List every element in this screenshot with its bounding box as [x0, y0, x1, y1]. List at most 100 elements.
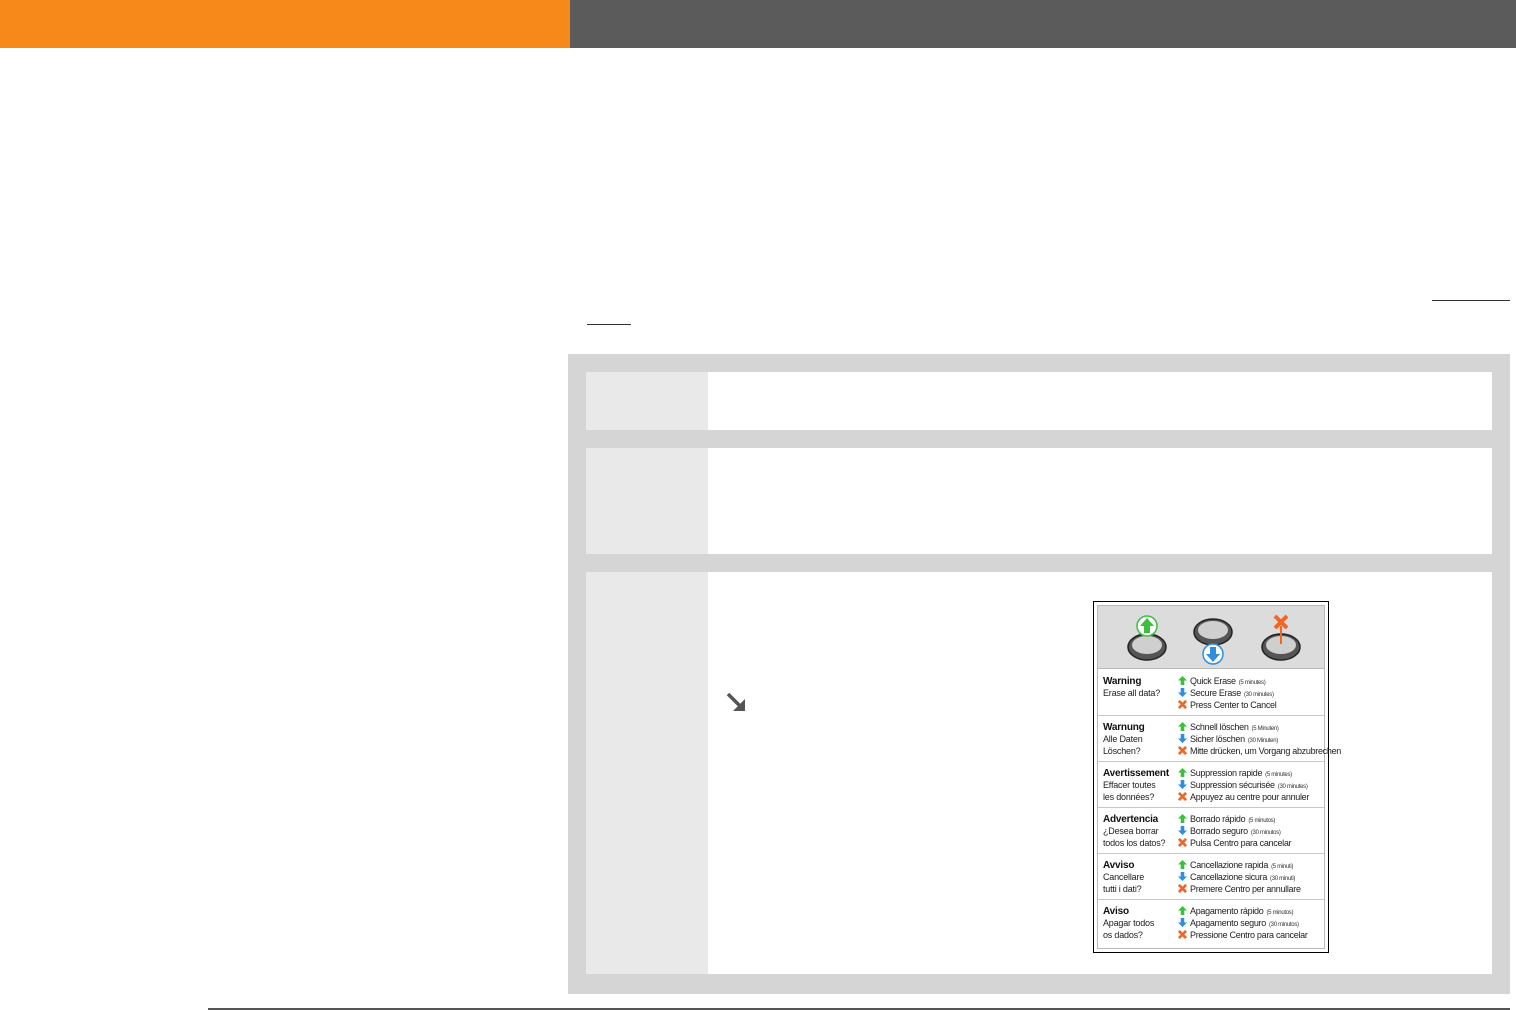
warning-question: Erase all data? [1103, 688, 1161, 698]
secure-erase-option: Apagamento seguro (30 minutos) [1178, 918, 1299, 928]
option-label: Suppression sécurisée [1190, 780, 1275, 790]
warning-question: Alle Daten [1103, 734, 1143, 744]
option-time: (30 minuti) [1270, 876, 1296, 882]
blue-down-arrow-icon [1178, 826, 1187, 835]
warning-title: Advertencia [1103, 814, 1159, 825]
language-block-english: Warning Erase all data? Quick Erase (5 mi… [1098, 669, 1324, 716]
warning-title: Avviso [1103, 860, 1135, 871]
option-label: Cancellazione sicura [1190, 872, 1268, 882]
language-block-french: Avertissement Effacer toutes les données… [1098, 761, 1324, 808]
option-time: (30 minutes) [1277, 784, 1308, 790]
device-screen-image: Warning Erase all data? Quick Erase (5 mi… [1093, 601, 1341, 953]
link-underline[interactable] [1432, 300, 1510, 301]
secure-erase-option: Cancellazione sicura (30 minuti) [1178, 872, 1295, 882]
option-label: Sicher löschen [1190, 734, 1245, 744]
cancel-option: Pressione Centro para cancelar [1178, 930, 1308, 940]
warning-question: Apagar todos [1103, 918, 1155, 928]
up-button-icon [1127, 615, 1167, 661]
quick-erase-option: Quick Erase (5 minutes) [1178, 676, 1266, 686]
warning-title: Avertissement [1103, 768, 1169, 779]
option-time: (30 minutos) [1250, 830, 1281, 836]
option-time: (5 minutos) [1248, 818, 1276, 824]
option-time: (30 minutos) [1268, 922, 1299, 928]
language-block-portuguese: Aviso Apagar todos os dados? Apagamento … [1098, 899, 1324, 945]
warning-title: Aviso [1103, 906, 1129, 917]
arrow-down-right-icon [726, 692, 745, 711]
center-button-icon [1261, 614, 1301, 661]
green-up-arrow-icon [1178, 722, 1187, 731]
warning-question: tutti i dati? [1103, 884, 1142, 894]
orange-x-icon [1178, 838, 1187, 847]
blue-down-arrow-icon [1178, 780, 1187, 789]
quick-erase-option: Borrado rápido (5 minutos) [1178, 814, 1275, 824]
language-block-german: Warnung Alle Daten Löschen? Schnell lösc… [1098, 715, 1341, 762]
green-up-arrow-icon [1178, 768, 1187, 777]
step-number-cell [586, 448, 708, 554]
step-number-cell [586, 572, 708, 974]
blue-down-arrow-icon [1178, 872, 1187, 881]
secure-erase-option: Sicher löschen (30 Minuten) [1178, 734, 1278, 744]
secure-erase-option: Suppression sécurisée (30 minutes) [1178, 780, 1308, 790]
option-label: Suppression rapide [1190, 768, 1263, 778]
warning-title: Warning [1103, 676, 1142, 687]
option-time: (30 minutes) [1243, 692, 1274, 698]
hardware-buttons [1098, 606, 1324, 669]
down-button-icon [1193, 618, 1233, 665]
quick-erase-option: Suppression rapide (5 minutes) [1178, 768, 1292, 778]
option-label: Press Center to Cancel [1190, 700, 1277, 710]
option-label: Quick Erase [1190, 676, 1236, 686]
secure-erase-option: Borrado seguro (30 minutos) [1178, 826, 1281, 836]
option-label: Mitte drücken, um Vorgang abzubrechen [1190, 746, 1341, 756]
cancel-option: Pulsa Centro para cancelar [1178, 838, 1292, 848]
warning-question: ¿Desea borrar [1103, 826, 1159, 836]
green-up-arrow-icon [1178, 906, 1187, 915]
green-up-arrow-icon [1178, 814, 1187, 823]
step-row-3 [586, 572, 1492, 974]
blue-down-arrow-icon [1178, 734, 1187, 743]
header-bar-orange [0, 0, 570, 48]
option-label: Apagamento seguro [1190, 918, 1266, 928]
green-up-arrow-icon [1178, 676, 1187, 685]
option-label: Borrado seguro [1190, 826, 1248, 836]
quick-erase-option: Schnell löschen (5 Minuten) [1178, 722, 1279, 732]
warning-question: Cancellare [1103, 872, 1145, 882]
option-time: (5 minutes) [1238, 680, 1266, 686]
blue-down-arrow-icon [1178, 918, 1187, 927]
orange-x-icon [1178, 884, 1187, 893]
warning-question: Effacer toutes [1103, 780, 1156, 790]
option-time: (5 minuti) [1271, 864, 1294, 870]
option-time: (5 Minuten) [1251, 726, 1279, 732]
secure-erase-option: Secure Erase (30 minutes) [1178, 688, 1274, 698]
cancel-option: Premere Centro per annullare [1178, 884, 1301, 894]
option-time: (30 Minuten) [1247, 738, 1278, 744]
step-number-cell [586, 372, 708, 430]
header-bar-gray [570, 0, 1516, 48]
warning-question: todos los datos? [1103, 838, 1166, 848]
language-block-spanish: Advertencia ¿Desea borrar todos los dato… [1098, 807, 1324, 854]
option-label: Premere Centro per annullare [1190, 884, 1301, 894]
language-block-italian: Avviso Cancellare tutti i dati? Cancella… [1098, 853, 1324, 900]
step-row-1 [586, 372, 1492, 430]
orange-x-icon [1178, 746, 1187, 755]
quick-erase-option: Apagamento rápido (5 minutos) [1178, 906, 1293, 916]
option-label: Pressione Centro para cancelar [1190, 930, 1308, 940]
green-up-arrow-icon [1178, 860, 1187, 869]
warning-question: les données? [1103, 792, 1155, 802]
warning-question: os dados? [1103, 930, 1143, 940]
blue-down-arrow-icon [1178, 688, 1187, 697]
link-underline[interactable] [587, 324, 631, 325]
option-time: (5 minutos) [1266, 910, 1294, 916]
cancel-option: Press Center to Cancel [1178, 700, 1277, 710]
warning-title: Warnung [1103, 722, 1145, 733]
option-label: Pulsa Centro para cancelar [1190, 838, 1292, 848]
orange-x-icon [1178, 792, 1187, 801]
option-time: (5 minutes) [1265, 772, 1292, 778]
orange-x-icon [1178, 700, 1187, 709]
option-label: Cancellazione rapida [1190, 860, 1269, 870]
warning-question: Löschen? [1103, 746, 1141, 756]
option-label: Borrado rápido [1190, 814, 1246, 824]
option-label: Appuyez au centre pour annuler [1190, 792, 1310, 802]
orange-x-icon [1178, 930, 1187, 939]
option-label: Schnell löschen [1190, 722, 1249, 732]
quick-erase-option: Cancellazione rapida (5 minuti) [1178, 860, 1293, 870]
